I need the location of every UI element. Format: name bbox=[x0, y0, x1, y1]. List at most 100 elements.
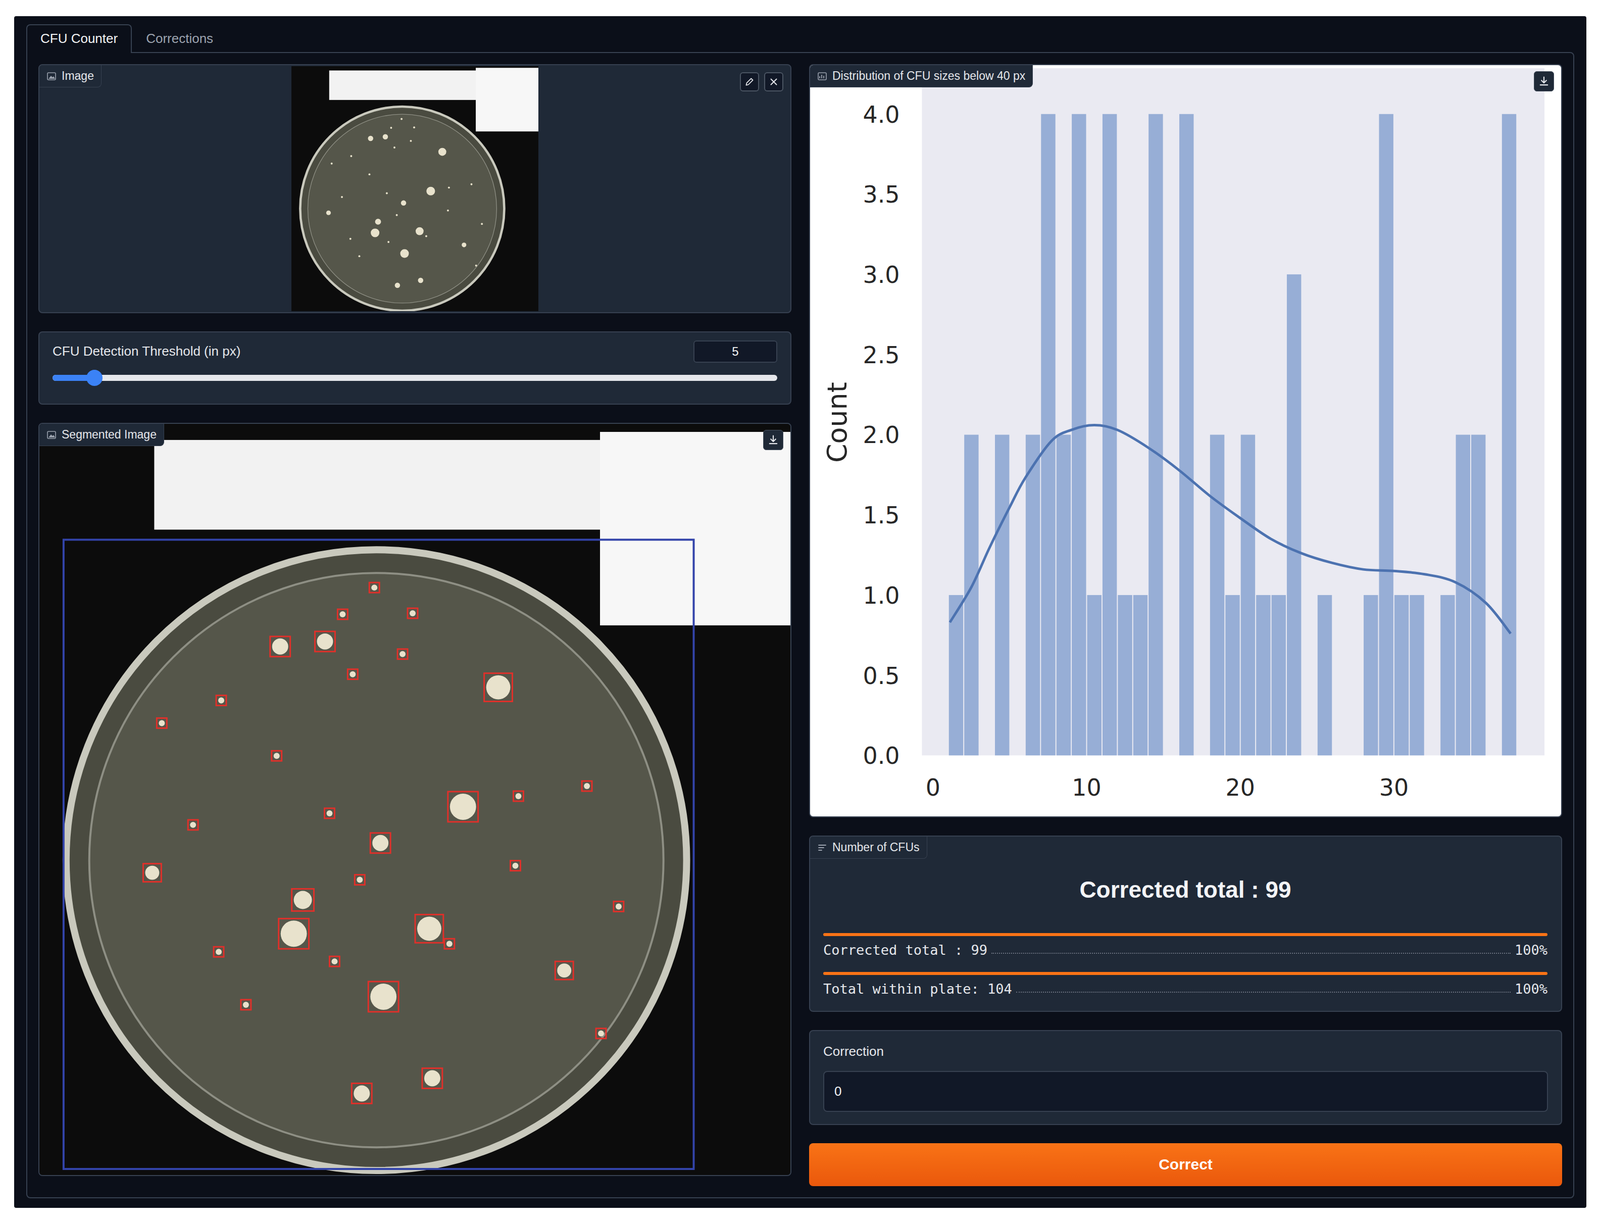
confidence-fill bbox=[823, 971, 1548, 975]
clear-button[interactable] bbox=[764, 72, 784, 92]
download-icon bbox=[767, 433, 780, 446]
app-window: CFU CounterCorrections Image CFU Detection… bbox=[14, 16, 1587, 1208]
close-icon bbox=[768, 76, 780, 88]
correction-panel: Correction 0 bbox=[809, 1029, 1563, 1125]
cfu-count-panel: Number of CFUs Corrected total : 99 Correc… bbox=[809, 835, 1563, 1012]
histogram-bar bbox=[1056, 434, 1071, 756]
y-tick: 2.0 bbox=[863, 421, 900, 449]
correction-label: Correction bbox=[823, 1042, 1548, 1061]
pencil-icon bbox=[743, 76, 756, 88]
histogram-bar bbox=[1148, 114, 1163, 756]
histogram-bar bbox=[1286, 274, 1302, 756]
histogram-bar bbox=[1486, 755, 1501, 756]
panel-label: Segmented Image bbox=[39, 423, 165, 447]
threshold-input[interactable]: 5 bbox=[693, 340, 778, 363]
histogram-bar bbox=[1010, 755, 1025, 756]
dotted-leader bbox=[1016, 991, 1511, 993]
histogram-bar bbox=[1194, 755, 1209, 756]
panel-label: Image bbox=[39, 65, 102, 88]
y-axis-label: Count bbox=[821, 381, 854, 463]
histogram-bar bbox=[1425, 755, 1440, 756]
slider-thumb[interactable] bbox=[86, 369, 103, 386]
histogram-bar bbox=[1502, 114, 1517, 756]
image-icon bbox=[46, 429, 57, 440]
plate-photo bbox=[291, 66, 539, 312]
chart-title: Distribution of CFU sizes below 40 px bbox=[810, 65, 1033, 88]
histogram-bar bbox=[1133, 594, 1148, 756]
histogram-bar bbox=[1456, 434, 1471, 756]
x-tick: 0 bbox=[925, 773, 941, 802]
count-label: Total within plate: 104 bbox=[823, 979, 1013, 998]
histogram-bar bbox=[1302, 755, 1317, 756]
page: CFU CounterCorrections Image CFU Detection… bbox=[0, 0, 1600, 1221]
histogram-bar bbox=[979, 755, 994, 756]
y-tick: 1.5 bbox=[863, 501, 900, 529]
tab-bar: CFU CounterCorrections bbox=[26, 24, 1575, 53]
plot-area bbox=[921, 68, 1545, 756]
correct-button[interactable]: Correct bbox=[809, 1142, 1563, 1186]
y-tick: 1.0 bbox=[863, 581, 900, 610]
histogram-bar bbox=[1210, 434, 1225, 756]
x-tick: 10 bbox=[1071, 773, 1102, 802]
histogram-bar bbox=[1332, 755, 1347, 756]
threshold-slider-panel: CFU Detection Threshold (in px)5 bbox=[38, 331, 792, 405]
chart-title-text: Distribution of CFU sizes below 40 px bbox=[832, 69, 1026, 84]
histogram-bar bbox=[1240, 434, 1256, 756]
count-row: Total within plate: 104 100% bbox=[823, 971, 1548, 998]
histogram: 0.0 0.5 1.0 1.5 2.0 2.5 3.0 3.5 4.0 0 10 20 30 Count bbox=[810, 65, 1562, 817]
download-button[interactable] bbox=[763, 429, 784, 450]
confidence-fill bbox=[823, 932, 1548, 936]
count-row: Corrected total : 99100% bbox=[823, 932, 1548, 959]
x-tick: 20 bbox=[1225, 773, 1256, 802]
histogram-bar bbox=[1409, 594, 1424, 756]
segmented-photo bbox=[39, 423, 791, 1175]
label-icon bbox=[817, 842, 828, 853]
count-reading: 100% bbox=[1514, 940, 1548, 959]
panel-label-text: Number of CFUs bbox=[832, 840, 920, 855]
count-headline: Corrected total : 99 bbox=[823, 875, 1548, 904]
image-icon bbox=[46, 71, 57, 82]
size-distribution-chart: Distribution of CFU sizes below 40 px0.0… bbox=[809, 64, 1563, 818]
tab[interactable]: Corrections bbox=[131, 24, 228, 54]
histogram-bar bbox=[1025, 434, 1040, 756]
y-tick: 4.0 bbox=[863, 100, 900, 128]
histogram-bar bbox=[1348, 755, 1363, 756]
histogram-bar bbox=[1317, 594, 1332, 756]
count-row-text: Total within plate: 104 100% bbox=[823, 979, 1548, 998]
histogram-bar bbox=[1394, 594, 1409, 756]
histogram-bar bbox=[1087, 594, 1102, 756]
count-rows: Corrected total : 99100% Total within pla… bbox=[823, 932, 1548, 998]
dotted-leader bbox=[991, 952, 1511, 954]
download-button[interactable] bbox=[1533, 71, 1555, 92]
x-tick: 30 bbox=[1379, 773, 1409, 802]
y-tick: 0.0 bbox=[863, 741, 900, 770]
tab[interactable]: CFU Counter bbox=[26, 24, 132, 54]
left-column: Image CFU Detection Threshold (in px)5 Seg… bbox=[38, 64, 792, 1186]
right-column: Distribution of CFU sizes below 40 px0.0… bbox=[809, 64, 1563, 1186]
histogram-bar bbox=[1256, 594, 1271, 756]
histogram-bar bbox=[1117, 594, 1132, 756]
panel-label-text: Image bbox=[61, 69, 94, 84]
slider-header: CFU Detection Threshold (in px)5 bbox=[52, 340, 778, 363]
tab-content: Image CFU Detection Threshold (in px)5 Seg… bbox=[26, 52, 1575, 1198]
y-tick: 2.5 bbox=[863, 341, 900, 369]
image-panel[interactable]: Image bbox=[38, 64, 792, 314]
count-reading: 100% bbox=[1514, 979, 1548, 998]
y-tick: 0.5 bbox=[863, 661, 900, 689]
histogram-bar bbox=[994, 434, 1010, 756]
histogram-bar bbox=[1378, 114, 1393, 756]
confidence-bar bbox=[823, 932, 1548, 936]
histogram-bar bbox=[1440, 594, 1455, 756]
count-row-text: Corrected total : 99100% bbox=[823, 940, 1548, 959]
segmented-image-panel: Segmented Image bbox=[38, 422, 792, 1176]
edit-button[interactable] bbox=[739, 72, 760, 92]
y-tick: 3.5 bbox=[863, 180, 900, 209]
histogram-bar bbox=[1071, 114, 1086, 756]
histogram-bar bbox=[1271, 594, 1286, 756]
histogram-bar bbox=[1164, 755, 1179, 756]
correction-input[interactable]: 0 bbox=[823, 1070, 1548, 1112]
threshold-slider[interactable] bbox=[52, 374, 778, 381]
y-tick: 3.0 bbox=[863, 261, 900, 289]
download-icon bbox=[1537, 75, 1550, 88]
histogram-bar bbox=[1363, 594, 1378, 756]
